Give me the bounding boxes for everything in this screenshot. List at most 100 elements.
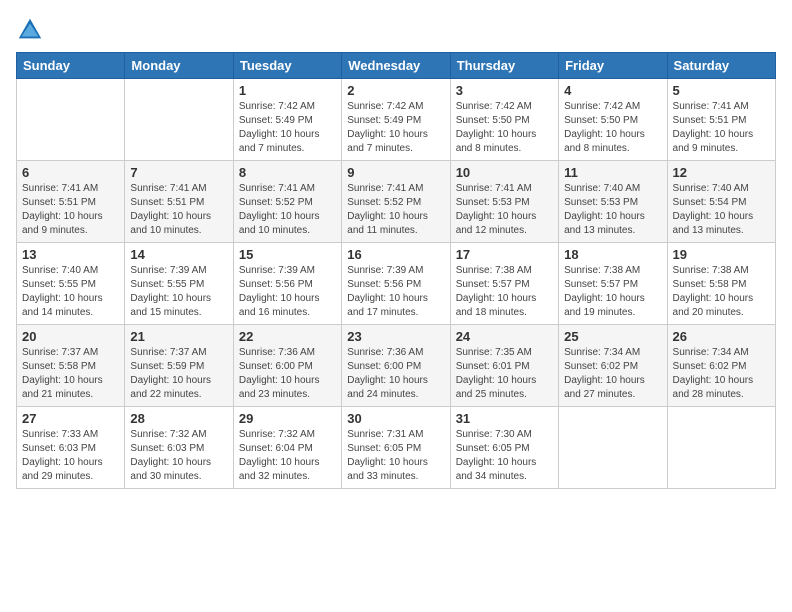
calendar-day-10: 10 Sunrise: 7:41 AM Sunset: 5:53 PM Dayli… [450,161,558,243]
day-info: Sunrise: 7:34 AM Sunset: 6:02 PM Dayligh… [564,346,661,402]
day-number: 31 [456,411,553,426]
day-info: Sunrise: 7:31 AM Sunset: 6:05 PM Dayligh… [347,428,444,484]
calendar-empty [17,79,125,161]
day-header-saturday: Saturday [667,53,775,79]
day-number: 21 [130,329,227,344]
day-number: 28 [130,411,227,426]
day-number: 13 [22,247,119,262]
logo-icon [16,16,44,44]
day-number: 12 [673,165,770,180]
calendar-day-1: 1 Sunrise: 7:42 AM Sunset: 5:49 PM Daylig… [233,79,341,161]
day-info: Sunrise: 7:41 AM Sunset: 5:51 PM Dayligh… [673,100,770,156]
day-number: 14 [130,247,227,262]
day-number: 9 [347,165,444,180]
day-info: Sunrise: 7:37 AM Sunset: 5:59 PM Dayligh… [130,346,227,402]
calendar-week-row: 6 Sunrise: 7:41 AM Sunset: 5:51 PM Daylig… [17,161,776,243]
calendar-day-13: 13 Sunrise: 7:40 AM Sunset: 5:55 PM Dayli… [17,243,125,325]
day-info: Sunrise: 7:36 AM Sunset: 6:00 PM Dayligh… [347,346,444,402]
calendar-day-11: 11 Sunrise: 7:40 AM Sunset: 5:53 PM Dayli… [559,161,667,243]
day-number: 4 [564,83,661,98]
calendar-day-3: 3 Sunrise: 7:42 AM Sunset: 5:50 PM Daylig… [450,79,558,161]
day-info: Sunrise: 7:39 AM Sunset: 5:55 PM Dayligh… [130,264,227,320]
calendar-week-row: 27 Sunrise: 7:33 AM Sunset: 6:03 PM Dayli… [17,407,776,489]
day-info: Sunrise: 7:33 AM Sunset: 6:03 PM Dayligh… [22,428,119,484]
calendar-day-26: 26 Sunrise: 7:34 AM Sunset: 6:02 PM Dayli… [667,325,775,407]
calendar-day-25: 25 Sunrise: 7:34 AM Sunset: 6:02 PM Dayli… [559,325,667,407]
calendar-day-16: 16 Sunrise: 7:39 AM Sunset: 5:56 PM Dayli… [342,243,450,325]
day-number: 11 [564,165,661,180]
day-info: Sunrise: 7:35 AM Sunset: 6:01 PM Dayligh… [456,346,553,402]
calendar-day-4: 4 Sunrise: 7:42 AM Sunset: 5:50 PM Daylig… [559,79,667,161]
day-number: 3 [456,83,553,98]
logo [16,16,48,44]
day-number: 6 [22,165,119,180]
day-number: 24 [456,329,553,344]
day-number: 8 [239,165,336,180]
day-info: Sunrise: 7:39 AM Sunset: 5:56 PM Dayligh… [239,264,336,320]
calendar-week-row: 13 Sunrise: 7:40 AM Sunset: 5:55 PM Dayli… [17,243,776,325]
day-info: Sunrise: 7:41 AM Sunset: 5:52 PM Dayligh… [347,182,444,238]
day-number: 19 [673,247,770,262]
day-info: Sunrise: 7:41 AM Sunset: 5:52 PM Dayligh… [239,182,336,238]
day-number: 23 [347,329,444,344]
calendar-day-30: 30Sunrise: 7:31 AM Sunset: 6:05 PM Dayli… [342,407,450,489]
calendar-day-2: 2Sunrise: 7:42 AM Sunset: 5:49 PM Daylig… [342,79,450,161]
day-info: Sunrise: 7:41 AM Sunset: 5:53 PM Dayligh… [456,182,553,238]
day-info: Sunrise: 7:42 AM Sunset: 5:50 PM Dayligh… [456,100,553,156]
calendar-day-24: 24 Sunrise: 7:35 AM Sunset: 6:01 PM Dayli… [450,325,558,407]
day-info: Sunrise: 7:40 AM Sunset: 5:54 PM Dayligh… [673,182,770,238]
calendar-empty [667,407,775,489]
calendar-day-23: 23 Sunrise: 7:36 AM Sunset: 6:00 PM Dayli… [342,325,450,407]
day-number: 29 [239,411,336,426]
calendar-day-31: 31Sunrise: 7:30 AM Sunset: 6:05 PM Dayli… [450,407,558,489]
day-info: Sunrise: 7:38 AM Sunset: 5:57 PM Dayligh… [564,264,661,320]
day-info: Sunrise: 7:40 AM Sunset: 5:53 PM Dayligh… [564,182,661,238]
day-header-friday: Friday [559,53,667,79]
day-header-sunday: Sunday [17,53,125,79]
day-number: 26 [673,329,770,344]
calendar-day-7: 7 Sunrise: 7:41 AM Sunset: 5:51 PM Daylig… [125,161,233,243]
day-number: 10 [456,165,553,180]
calendar-day-14: 14 Sunrise: 7:39 AM Sunset: 5:55 PM Dayli… [125,243,233,325]
calendar-day-18: 18Sunrise: 7:38 AM Sunset: 5:57 PM Dayli… [559,243,667,325]
day-info: Sunrise: 7:34 AM Sunset: 6:02 PM Dayligh… [673,346,770,402]
day-header-wednesday: Wednesday [342,53,450,79]
day-info: Sunrise: 7:42 AM Sunset: 5:49 PM Dayligh… [239,100,336,156]
day-number: 5 [673,83,770,98]
day-number: 27 [22,411,119,426]
calendar-day-8: 8 Sunrise: 7:41 AM Sunset: 5:52 PM Daylig… [233,161,341,243]
header [16,16,776,44]
day-number: 1 [239,83,336,98]
calendar-day-15: 15 Sunrise: 7:39 AM Sunset: 5:56 PM Dayli… [233,243,341,325]
day-info: Sunrise: 7:41 AM Sunset: 5:51 PM Dayligh… [130,182,227,238]
day-header-tuesday: Tuesday [233,53,341,79]
day-number: 7 [130,165,227,180]
calendar: SundayMondayTuesdayWednesdayThursdayFrid… [16,52,776,489]
calendar-day-19: 19Sunrise: 7:38 AM Sunset: 5:58 PM Dayli… [667,243,775,325]
calendar-day-27: 27 Sunrise: 7:33 AM Sunset: 6:03 PM Dayli… [17,407,125,489]
calendar-day-6: 6 Sunrise: 7:41 AM Sunset: 5:51 PM Daylig… [17,161,125,243]
calendar-week-row: 20 Sunrise: 7:37 AM Sunset: 5:58 PM Dayli… [17,325,776,407]
calendar-day-29: 29 Sunrise: 7:32 AM Sunset: 6:04 PM Dayli… [233,407,341,489]
calendar-week-row: 1 Sunrise: 7:42 AM Sunset: 5:49 PM Daylig… [17,79,776,161]
day-number: 15 [239,247,336,262]
day-number: 22 [239,329,336,344]
calendar-day-22: 22Sunrise: 7:36 AM Sunset: 6:00 PM Dayli… [233,325,341,407]
calendar-day-5: 5 Sunrise: 7:41 AM Sunset: 5:51 PM Daylig… [667,79,775,161]
day-number: 16 [347,247,444,262]
day-header-thursday: Thursday [450,53,558,79]
day-number: 20 [22,329,119,344]
calendar-day-17: 17Sunrise: 7:38 AM Sunset: 5:57 PM Dayli… [450,243,558,325]
day-info: Sunrise: 7:32 AM Sunset: 6:04 PM Dayligh… [239,428,336,484]
day-info: Sunrise: 7:42 AM Sunset: 5:49 PM Dayligh… [347,100,444,156]
calendar-day-12: 12 Sunrise: 7:40 AM Sunset: 5:54 PM Dayli… [667,161,775,243]
day-info: Sunrise: 7:40 AM Sunset: 5:55 PM Dayligh… [22,264,119,320]
day-info: Sunrise: 7:37 AM Sunset: 5:58 PM Dayligh… [22,346,119,402]
calendar-day-9: 9 Sunrise: 7:41 AM Sunset: 5:52 PM Daylig… [342,161,450,243]
day-number: 25 [564,329,661,344]
calendar-day-28: 28Sunrise: 7:32 AM Sunset: 6:03 PM Dayli… [125,407,233,489]
day-info: Sunrise: 7:41 AM Sunset: 5:51 PM Dayligh… [22,182,119,238]
calendar-day-20: 20 Sunrise: 7:37 AM Sunset: 5:58 PM Dayli… [17,325,125,407]
day-info: Sunrise: 7:42 AM Sunset: 5:50 PM Dayligh… [564,100,661,156]
day-info: Sunrise: 7:39 AM Sunset: 5:56 PM Dayligh… [347,264,444,320]
